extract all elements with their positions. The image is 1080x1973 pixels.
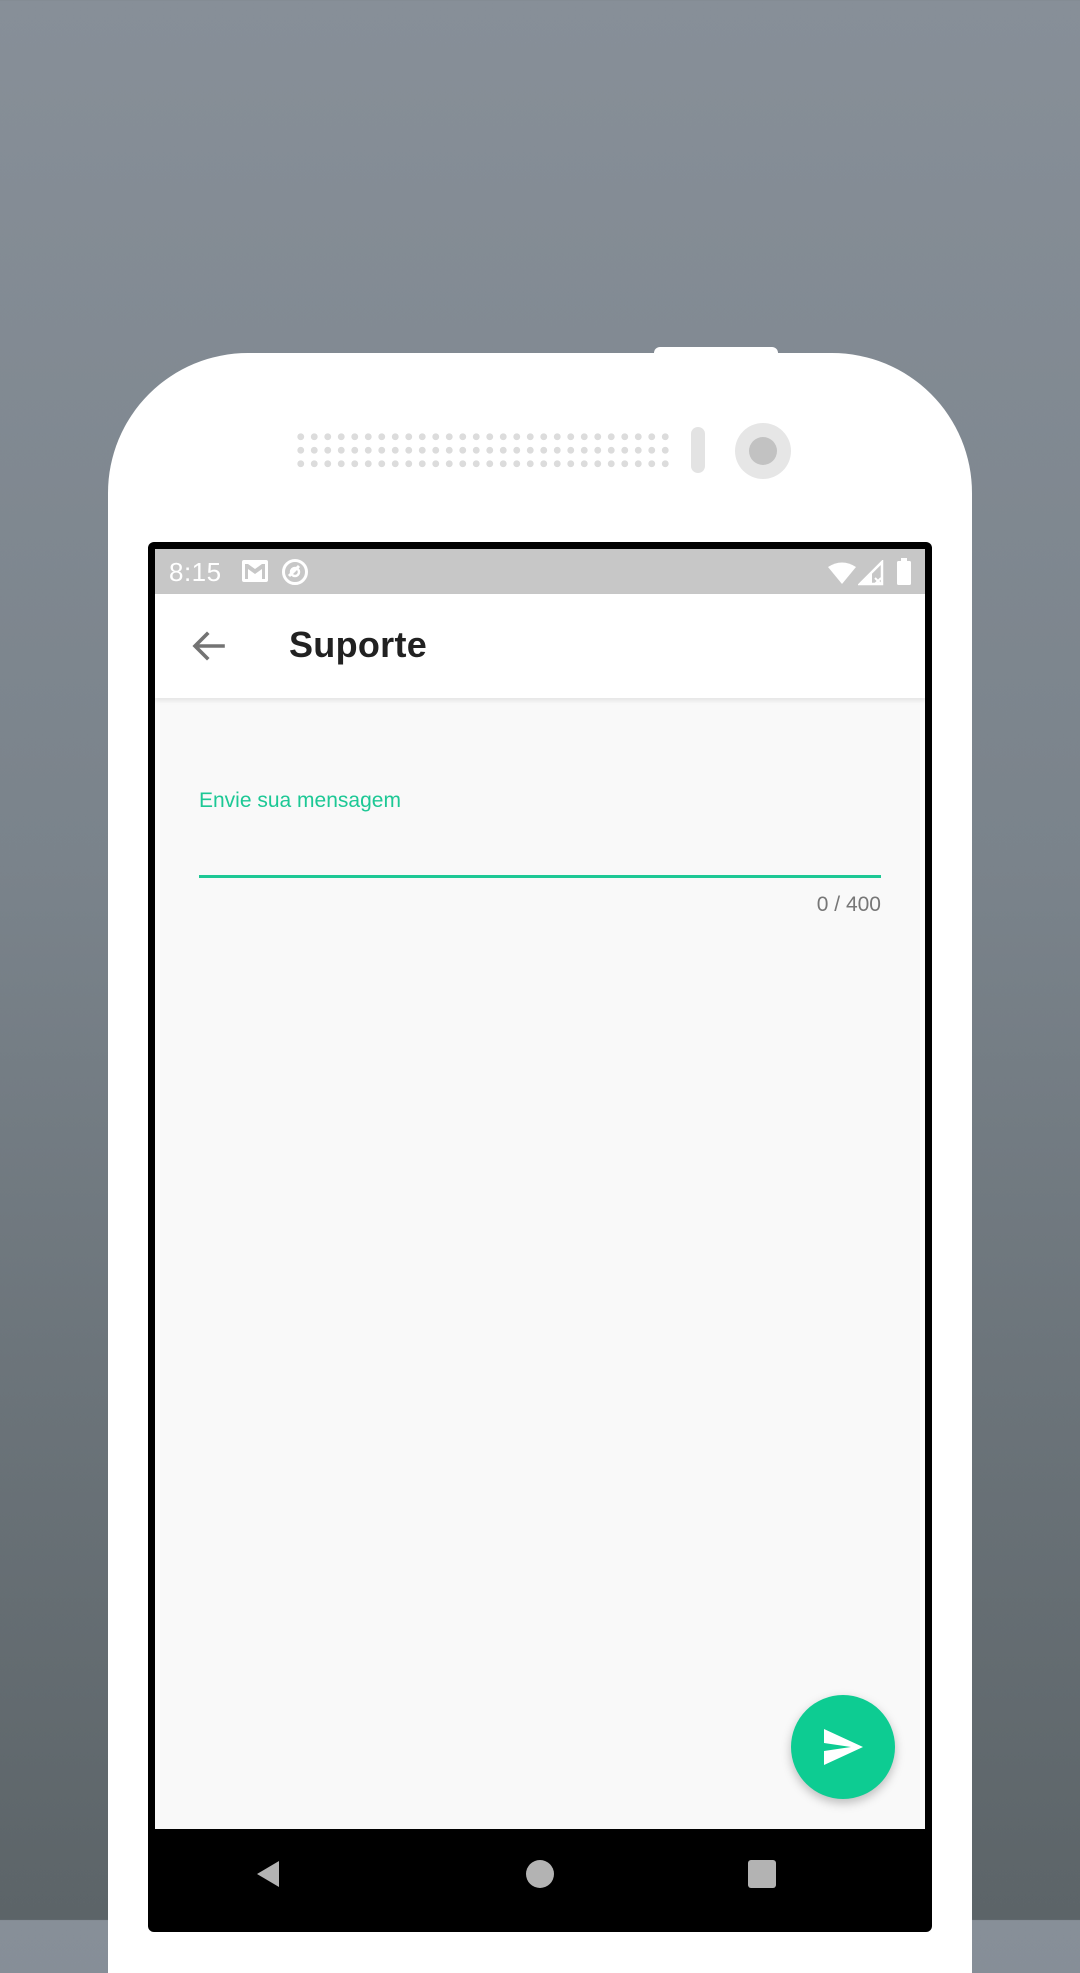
send-button[interactable] [791,1695,895,1799]
nav-back-button[interactable] [243,1849,293,1899]
home-circle-icon [526,1860,554,1888]
device-power-button [654,347,778,361]
message-field: Envie sua mensagem 0 / 400 [199,789,881,916]
app-screen: 8:15 Suporte Envie sua mensagem 0 / 400 [155,549,925,1829]
message-input[interactable] [199,823,881,871]
app-bar: Suporte [155,594,925,698]
back-button[interactable] [185,622,233,670]
gmail-icon [241,559,269,588]
battery-icon [896,558,912,591]
earpiece-speaker [294,430,674,470]
status-bar: 8:15 [155,549,925,594]
recents-square-icon [748,1860,776,1888]
wifi-icon [827,561,857,590]
back-triangle-icon [257,1861,279,1887]
send-icon [824,1729,863,1765]
sync-icon [281,558,309,591]
system-nav-bar [155,1829,925,1920]
message-field-label: Envie sua mensagem [199,789,401,812]
character-counter: 0 / 400 [816,893,881,916]
page-title: Suporte [289,624,428,665]
front-camera [735,423,791,479]
arrow-back-icon [192,631,225,661]
nav-home-button[interactable] [515,1849,565,1899]
message-field-underline [199,875,881,878]
nav-recents-button[interactable] [737,1849,787,1899]
status-time: 8:15 [169,557,222,587]
proximity-sensor [691,427,705,473]
signal-icon [856,558,884,591]
